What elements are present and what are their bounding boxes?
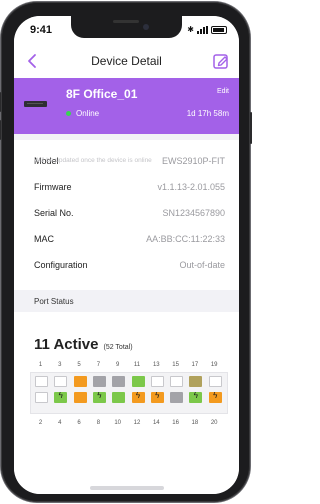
poe-bolt-icon: ϟ <box>155 391 160 400</box>
online-dot-icon <box>66 111 71 116</box>
device-uptime: 1d 17h 58m <box>186 109 229 118</box>
port-number-label: 10 <box>114 420 122 426</box>
info-value: SN1234567890 <box>162 208 225 218</box>
port-number-label: 15 <box>172 362 179 368</box>
port-number-label: 14 <box>152 420 160 426</box>
phone-frame: 9:41 ✱ Device Detail 8F Office_01 Edit O… <box>0 2 252 502</box>
configuration-note: Will be updated once the device is onlin… <box>34 157 152 164</box>
battery-icon <box>211 25 227 34</box>
nav-bar: Device Detail <box>14 44 239 78</box>
switch-port[interactable] <box>35 392 48 403</box>
info-key: Firmware <box>34 182 72 192</box>
edit-icon[interactable] <box>211 51 231 71</box>
port-number-label: 2 <box>38 420 43 426</box>
active-ports-summary: 11 Active (52 Total) <box>34 336 133 353</box>
info-key: Configuration <box>34 260 88 270</box>
switch-port[interactable]: ϟ <box>54 391 68 403</box>
edit-name-link[interactable]: Edit <box>217 88 229 95</box>
poe-bolt-icon: ϟ <box>213 391 218 400</box>
poe-bolt-icon: ϟ <box>135 391 141 400</box>
switch-port[interactable] <box>189 376 203 387</box>
total-count: (52 Total) <box>103 344 133 351</box>
port-number-label: 18 <box>191 420 199 426</box>
port-number-label: 3 <box>58 362 62 368</box>
active-count: 11 Active <box>34 336 99 353</box>
info-value: AA:BB:CC:11:22:33 <box>146 234 225 244</box>
switch-port[interactable] <box>73 376 87 387</box>
switch-port[interactable] <box>131 376 145 387</box>
port-number-label: 16 <box>172 420 179 426</box>
notch <box>71 16 182 38</box>
port-number-label: 7 <box>96 362 101 368</box>
port-number-label: 19 <box>210 362 218 368</box>
device-status: Online <box>66 109 99 118</box>
port-number-label: 4 <box>58 420 62 426</box>
power-button <box>250 112 252 144</box>
switch-port[interactable]: ϟ <box>189 391 203 403</box>
port-number-label: 20 <box>210 420 218 426</box>
switch-port[interactable] <box>170 392 184 403</box>
poe-bolt-icon: ϟ <box>58 391 63 400</box>
port-number-label: 6 <box>77 420 81 426</box>
signal-icon <box>197 25 208 34</box>
info-row-mac: MAC AA:BB:CC:11:22:33 <box>14 226 239 252</box>
switch-device-icon <box>24 101 47 107</box>
switch-port[interactable] <box>54 376 68 387</box>
switch-port[interactable]: ϟ <box>92 391 106 403</box>
clock: 9:41 <box>30 24 53 36</box>
info-row-serial: Serial No. SN1234567890 <box>14 200 239 226</box>
volume-button <box>0 92 1 112</box>
info-key: MAC <box>34 234 54 244</box>
status-label: Online <box>76 109 100 118</box>
switch-port[interactable] <box>92 376 106 387</box>
switch-port[interactable] <box>208 376 222 387</box>
info-value: EWS2910P-FIT <box>161 156 225 166</box>
port-status-heading: Port Status <box>34 297 74 306</box>
switch-port[interactable]: ϟ <box>150 391 164 403</box>
switch-port[interactable] <box>112 392 126 403</box>
info-value: v1.1.13-2.01.055 <box>157 182 225 192</box>
switch-port[interactable]: ϟ <box>131 391 145 403</box>
info-row-firmware: Firmware v1.1.13-2.01.055 <box>14 174 239 200</box>
info-row-configuration: Configuration Out-of-date <box>14 252 239 278</box>
port-number-label: 9 <box>116 362 120 368</box>
info-key: Serial No. <box>34 208 74 218</box>
port-number-label: 17 <box>191 362 199 368</box>
phone-screen: 9:41 ✱ Device Detail 8F Office_01 Edit O… <box>14 16 239 494</box>
device-name: 8F Office_01 <box>66 87 138 101</box>
bluetooth-icon: ✱ <box>187 25 194 34</box>
port-number-label: 11 <box>133 362 141 368</box>
camera <box>143 24 149 30</box>
info-value: Out-of-date <box>179 260 225 270</box>
switch-port[interactable] <box>35 376 48 387</box>
switch-port[interactable] <box>170 376 184 387</box>
port-number-label: 5 <box>77 362 81 368</box>
port-number-label: 1 <box>38 362 43 368</box>
switch-port[interactable] <box>112 376 126 387</box>
switch-port[interactable] <box>150 376 164 387</box>
port-number-label: 8 <box>96 420 101 426</box>
home-indicator <box>90 486 164 490</box>
volume-button <box>0 120 1 140</box>
poe-bolt-icon: ϟ <box>193 391 198 400</box>
speaker <box>113 20 139 23</box>
port-number-label: 12 <box>133 420 141 426</box>
page-title: Device Detail <box>91 54 162 68</box>
switch-port[interactable] <box>73 392 87 403</box>
switch-port[interactable]: ϟ <box>208 391 222 403</box>
poe-bolt-icon: ϟ <box>97 391 102 400</box>
status-icons: ✱ <box>187 25 227 34</box>
device-header: 8F Office_01 Edit Online 1d 17h 58m <box>14 78 239 134</box>
port-number-label: 13 <box>152 362 160 368</box>
